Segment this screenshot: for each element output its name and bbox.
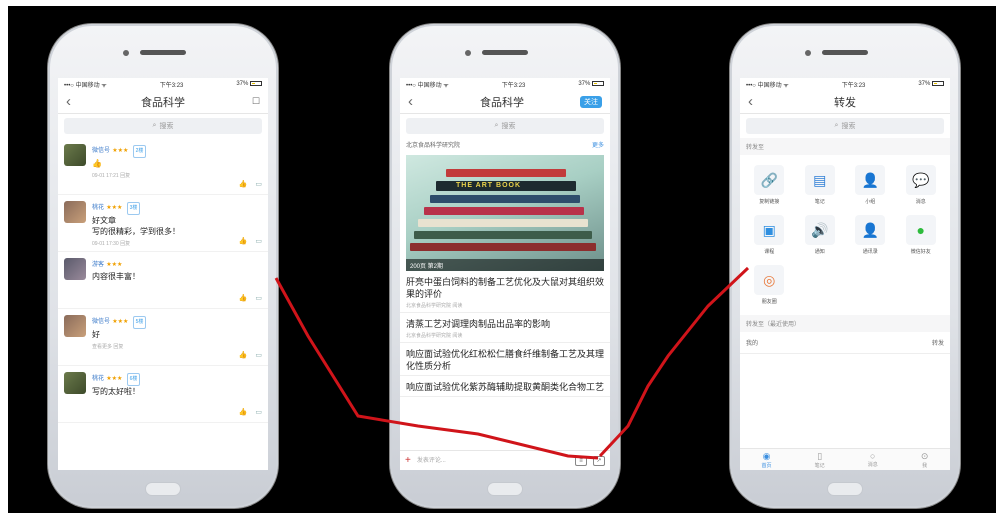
annotation-overlay	[274, 266, 750, 460]
figure-canvas: •••○ 中国移动 ᯤ 下午3:23 37% ‹ 食品科学 ☐ ⌕ 搜索 微信号…	[8, 6, 996, 513]
annotation-arrow-right	[598, 266, 750, 458]
annotation-arrow-left	[274, 277, 599, 460]
